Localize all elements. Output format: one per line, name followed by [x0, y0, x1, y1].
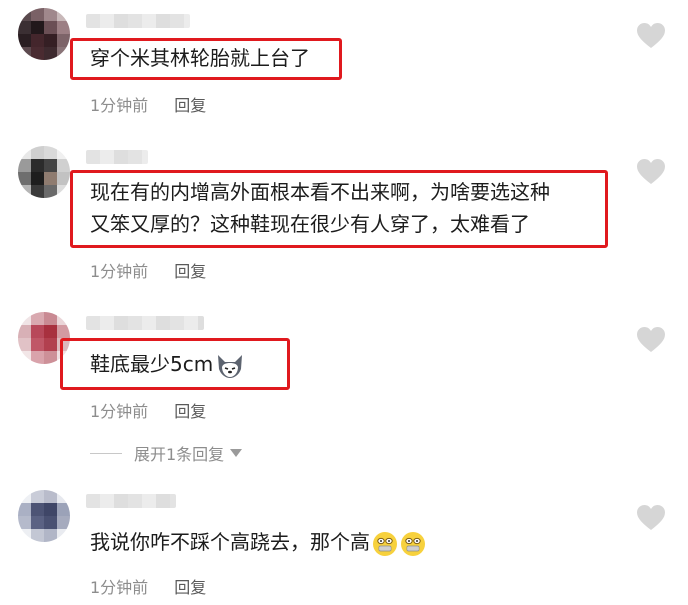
comment-time: 1分钟前 — [90, 578, 149, 597]
comment-text: 我说你咋不踩个高跷去，那个高 — [90, 526, 426, 559]
username-blurred[interactable] — [86, 316, 204, 330]
husky-emoji-icon — [218, 354, 243, 378]
comment-time: 1分钟前 — [90, 262, 149, 281]
zipper-mouth-emoji-icon — [373, 531, 397, 556]
expand-replies-label: 展开1条回复 — [134, 445, 225, 464]
reply-button[interactable]: 回复 — [174, 262, 206, 281]
username-blurred[interactable] — [86, 150, 148, 164]
chevron-down-icon — [230, 449, 243, 457]
avatar[interactable] — [18, 8, 70, 60]
heart-icon[interactable] — [636, 158, 666, 185]
comment-meta: 1分钟前 回复 — [90, 258, 206, 282]
avatar[interactable] — [18, 490, 70, 542]
comment-text-content: 我说你咋不踩个高跷去，那个高 — [90, 530, 370, 554]
heart-icon[interactable] — [636, 326, 666, 353]
comment-meta: 1分钟前 回复 — [90, 92, 206, 116]
reply-button[interactable]: 回复 — [174, 578, 206, 597]
comment-meta: 1分钟前 回复 — [90, 574, 206, 598]
username-blurred[interactable] — [86, 494, 176, 508]
heart-icon[interactable] — [636, 504, 666, 531]
avatar[interactable] — [18, 146, 70, 198]
comment-time: 1分钟前 — [90, 96, 149, 115]
comment-text-line: 现在有的内增高外面根本看不出来啊，为啥要选这种 — [90, 180, 550, 204]
reply-button[interactable]: 回复 — [174, 96, 206, 115]
divider-line — [90, 452, 122, 454]
comment-text: 穿个米其林轮胎就上台了 — [90, 46, 310, 70]
comment-text-line: 又笨又厚的？这种鞋现在很少有人穿了，太难看了 — [90, 212, 530, 236]
heart-icon[interactable] — [636, 22, 666, 49]
expand-replies-button[interactable]: 展开1条回复 — [90, 441, 243, 465]
zipper-mouth-emoji-icon — [401, 531, 425, 556]
comment-text-content: 鞋底最少5cm — [90, 352, 214, 376]
comment-meta: 1分钟前 回复 — [90, 398, 206, 422]
comment-text: 鞋底最少5cm — [90, 348, 245, 381]
reply-button[interactable]: 回复 — [174, 402, 206, 421]
username-blurred[interactable] — [86, 14, 190, 28]
comment-time: 1分钟前 — [90, 402, 149, 421]
